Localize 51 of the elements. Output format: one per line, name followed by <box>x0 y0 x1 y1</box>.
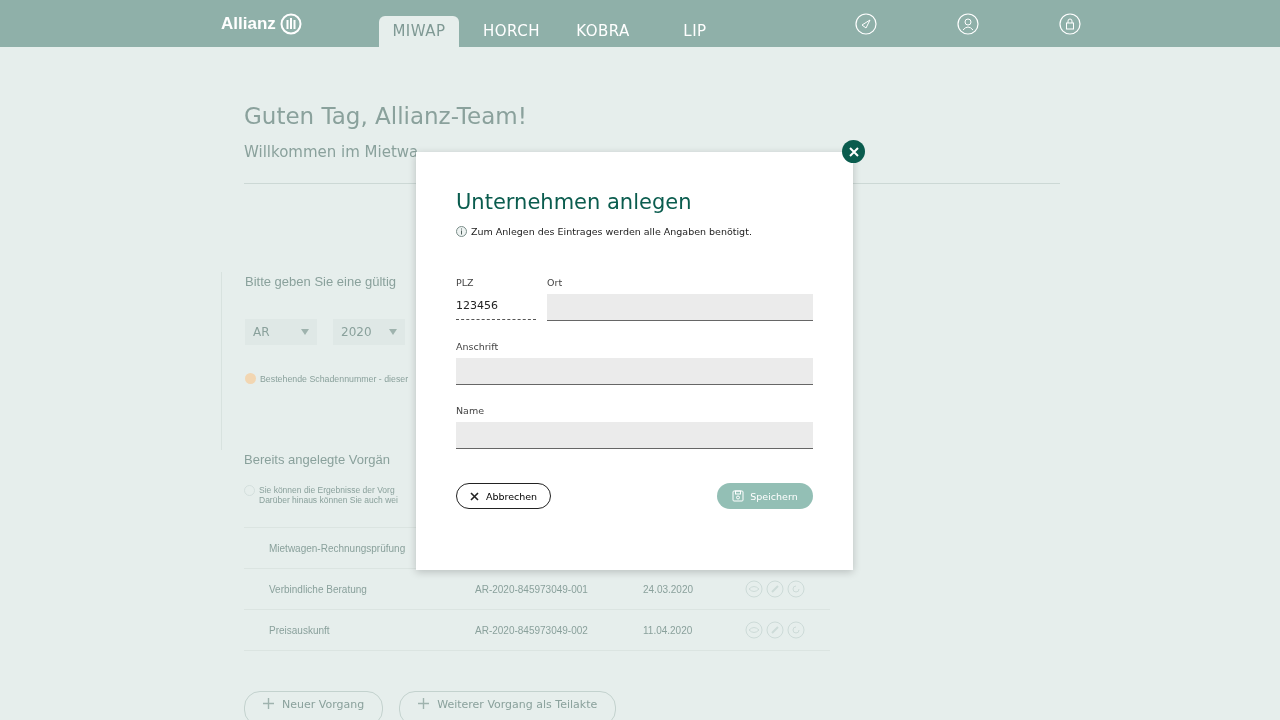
warning-icon <box>245 373 256 384</box>
nav-tab[interactable]: HORCH <box>471 16 551 47</box>
info-icon <box>456 226 467 237</box>
nav-tab[interactable]: KOBRA <box>563 16 643 47</box>
pencil-icon[interactable] <box>766 621 784 639</box>
table-cell: 11.04.2020 <box>643 624 693 636</box>
input-field[interactable] <box>456 358 813 385</box>
caret-icon <box>301 329 309 335</box>
plus-icon <box>263 698 274 709</box>
input-field[interactable] <box>547 294 813 321</box>
close-button[interactable] <box>842 140 865 163</box>
pencil-icon[interactable] <box>766 580 784 598</box>
user-icon[interactable] <box>957 12 979 35</box>
nav-tab[interactable]: LIP <box>655 16 735 47</box>
field-label: PLZ <box>456 277 475 288</box>
info-text: Darüber hinaus können Sie auch wei <box>259 495 398 505</box>
dialog-title: Unternehmen anlegen <box>456 190 693 214</box>
table-cell-text: Verbindliche Beratung <box>268 583 368 595</box>
section-heading: Bereits angelegte Vorgän <box>244 451 390 467</box>
field-label: Ort <box>547 277 564 288</box>
plus-icon <box>418 698 430 709</box>
logo-icon <box>279 12 302 35</box>
field-label: Name <box>456 405 486 416</box>
table-cell: AR-2020-845973049-002 <box>475 624 588 636</box>
eye-icon[interactable] <box>745 621 763 639</box>
logo: Allianz <box>221 13 276 34</box>
table-cell: AR-2020-845973049-001 <box>475 583 588 595</box>
close-icon <box>848 146 859 157</box>
page-heading: Guten Tag, Allianz-Team! <box>244 103 528 129</box>
refresh-icon[interactable] <box>787 580 805 598</box>
select-field[interactable]: 2020 <box>333 319 405 345</box>
warning-text: Bestehende Schadennummer - dieser <box>260 373 409 384</box>
info-text: Zum Anlegen des Eintrages werden alle Angaben benötigt. <box>471 226 752 237</box>
section-heading: Bitte geben Sie eine gültig <box>245 273 397 289</box>
table-cell-text: Mietwagen-Rechnungsprüfung <box>268 542 407 554</box>
table-cell: 24.03.2020 <box>643 583 694 595</box>
close-icon <box>469 491 479 501</box>
refresh-icon[interactable] <box>787 621 805 639</box>
cancel-button[interactable]: Abbrechen <box>456 483 551 509</box>
navigation-icon[interactable] <box>855 12 877 35</box>
lock-icon[interactable] <box>1059 12 1081 35</box>
input-field[interactable] <box>456 422 813 449</box>
info-text: Sie können die Ergebnisse der Vorg <box>259 485 396 495</box>
select-field[interactable]: AR <box>245 319 317 345</box>
field-label: Anschrift <box>456 341 500 352</box>
caret-icon <box>389 329 397 335</box>
postcode-field[interactable]: 123456 <box>456 292 536 320</box>
nav-tab[interactable]: MIWAP <box>379 16 459 47</box>
page-subheading: Willkommen im Mietwa <box>244 143 419 161</box>
eye-icon[interactable] <box>745 580 763 598</box>
table-cell-text: Preisauskunft <box>268 624 331 636</box>
